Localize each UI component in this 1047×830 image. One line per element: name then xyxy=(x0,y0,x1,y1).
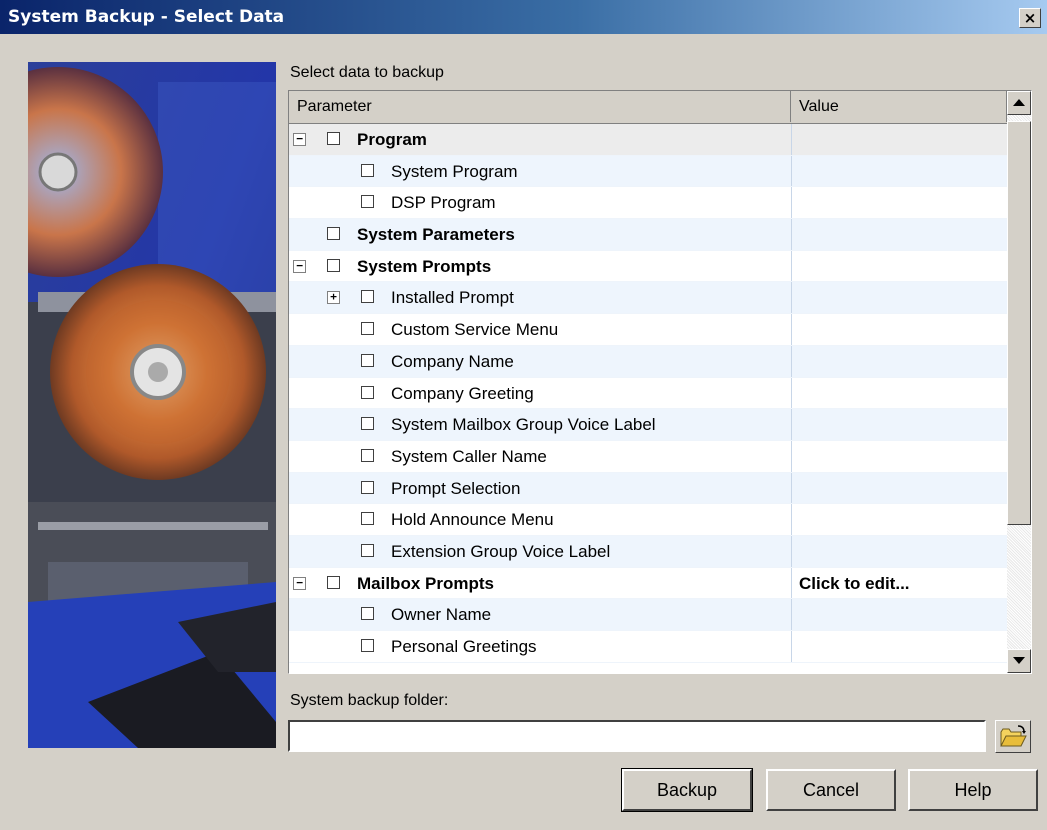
help-button[interactable]: Help xyxy=(908,769,1038,811)
arrow-up-icon xyxy=(1013,99,1025,106)
parameter-label: System Prompts xyxy=(357,256,492,276)
row-checkbox[interactable] xyxy=(361,353,374,367)
column-divider xyxy=(791,377,792,409)
column-header-parameter[interactable]: Parameter xyxy=(289,91,791,122)
grid-row[interactable]: + Installed Prompt xyxy=(289,282,1007,315)
backup-folder-input[interactable] xyxy=(288,720,986,752)
column-divider xyxy=(791,567,792,599)
column-header-value[interactable]: Value xyxy=(791,91,1007,122)
cancel-button[interactable]: Cancel xyxy=(766,769,896,811)
collapse-icon[interactable]: − xyxy=(293,576,306,590)
row-checkbox[interactable] xyxy=(361,480,374,494)
scroll-down-button[interactable] xyxy=(1007,649,1031,673)
browse-folder-button[interactable] xyxy=(995,720,1031,753)
grid-row[interactable]: − Program xyxy=(289,124,1007,156)
window-title: System Backup - Select Data xyxy=(8,7,285,27)
column-divider xyxy=(791,219,792,250)
grid-row[interactable]: Company Name xyxy=(289,345,1007,378)
vertical-scrollbar[interactable] xyxy=(1007,91,1031,673)
column-divider xyxy=(791,535,792,567)
parameter-label: Custom Service Menu xyxy=(391,320,559,340)
parameter-grid: Parameter Value − Program System Program DS… xyxy=(288,90,1032,674)
collapse-icon[interactable]: − xyxy=(293,259,306,273)
collapse-icon[interactable]: − xyxy=(293,133,306,146)
grid-row[interactable]: Company Greeting xyxy=(289,377,1007,410)
row-checkbox[interactable] xyxy=(361,448,374,462)
grid-row[interactable]: System Caller Name xyxy=(289,440,1007,473)
grid-row[interactable]: Personal Greetings xyxy=(289,631,1007,663)
close-button[interactable]: × xyxy=(1019,8,1041,28)
column-divider xyxy=(791,124,792,155)
grid-row[interactable]: System Mailbox Group Voice Label xyxy=(289,409,1007,441)
grid-row[interactable]: Prompt Selection xyxy=(289,472,1007,505)
parameter-label: Mailbox Prompts xyxy=(357,573,494,593)
grid-row[interactable]: Hold Announce Menu xyxy=(289,504,1007,536)
row-checkbox[interactable] xyxy=(361,417,374,431)
column-divider xyxy=(791,409,792,440)
scroll-thumb[interactable] xyxy=(1007,121,1031,525)
folder-open-icon xyxy=(1000,725,1027,747)
parameter-label: Program xyxy=(357,130,427,149)
expand-icon[interactable]: + xyxy=(327,291,340,305)
parameter-label: Owner Name xyxy=(391,605,492,625)
column-divider xyxy=(791,345,792,377)
scroll-up-button[interactable] xyxy=(1007,91,1031,115)
grid-row[interactable]: DSP Program xyxy=(289,187,1007,220)
row-checkbox[interactable] xyxy=(361,543,374,557)
backup-button[interactable]: Backup xyxy=(621,768,753,812)
grid-row[interactable]: Custom Service Menu xyxy=(289,314,1007,346)
column-divider xyxy=(791,155,792,187)
parameter-label: Hold Announce Menu xyxy=(391,510,554,530)
parameter-label: Extension Group Voice Label xyxy=(391,541,611,561)
row-checkbox[interactable] xyxy=(361,322,374,336)
column-divider xyxy=(791,631,792,662)
backup-folder-label: System backup folder: xyxy=(290,692,449,709)
parameter-label: DSP Program xyxy=(391,193,496,213)
parameter-label: System Program xyxy=(391,161,518,181)
parameter-label: Company Name xyxy=(391,351,514,371)
column-divider xyxy=(791,187,792,219)
parameter-label: Company Greeting xyxy=(391,383,534,403)
grid-row[interactable]: System Program xyxy=(289,155,1007,188)
column-divider xyxy=(791,314,792,345)
row-checkbox[interactable] xyxy=(361,163,374,177)
select-data-label: Select data to backup xyxy=(290,64,444,81)
row-checkbox[interactable] xyxy=(361,512,374,526)
arrow-down-icon xyxy=(1013,657,1025,664)
row-checkbox[interactable] xyxy=(361,607,374,621)
parameter-label: System Parameters xyxy=(357,225,515,245)
row-checkbox[interactable] xyxy=(327,132,340,145)
parameter-label: System Caller Name xyxy=(391,446,547,466)
column-divider xyxy=(791,440,792,472)
parameter-label: Prompt Selection xyxy=(391,478,521,498)
parameter-label: Personal Greetings xyxy=(391,637,537,656)
grid-row[interactable]: Owner Name xyxy=(289,599,1007,631)
value-cell[interactable]: Click to edit... xyxy=(799,574,910,594)
hard-drive-image xyxy=(28,62,276,748)
row-checkbox[interactable] xyxy=(361,639,374,652)
grid-row[interactable]: Extension Group Voice Label xyxy=(289,535,1007,568)
parameter-label: Installed Prompt xyxy=(391,288,514,308)
column-divider xyxy=(791,504,792,535)
row-checkbox[interactable] xyxy=(361,290,374,304)
grid-row[interactable]: − System Prompts xyxy=(289,250,1007,283)
grid-header: Parameter Value xyxy=(289,91,1007,124)
grid-row[interactable]: − Mailbox Prompts Click to edit... xyxy=(289,567,1007,600)
parameter-label: System Mailbox Group Voice Label xyxy=(391,415,656,435)
grid-body: − Program System Program DSP Program System … xyxy=(289,124,1007,663)
column-divider xyxy=(791,282,792,314)
column-divider xyxy=(791,472,792,504)
column-divider xyxy=(791,599,792,630)
title-bar: System Backup - Select Data × xyxy=(0,0,1047,34)
row-checkbox[interactable] xyxy=(361,385,374,399)
row-checkbox[interactable] xyxy=(361,195,374,209)
row-checkbox[interactable] xyxy=(327,258,340,272)
column-divider xyxy=(791,250,792,282)
grid-row[interactable]: System Parameters xyxy=(289,219,1007,251)
row-checkbox[interactable] xyxy=(327,575,340,589)
row-checkbox[interactable] xyxy=(327,227,340,241)
